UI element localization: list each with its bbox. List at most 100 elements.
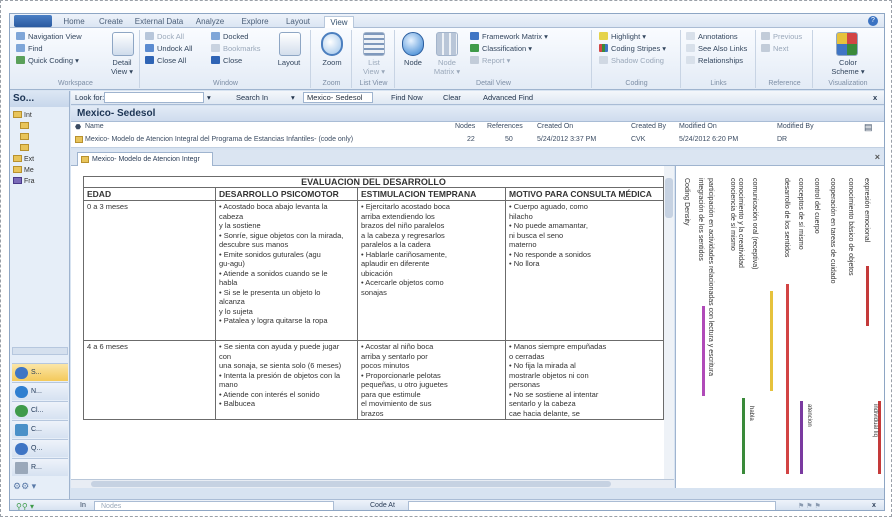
layout-icon[interactable] — [279, 32, 301, 56]
nav-button-reports[interactable]: R... — [12, 458, 68, 476]
undock-all-button[interactable]: Undock All — [145, 44, 192, 54]
nav-button-queries[interactable]: Q... — [12, 439, 68, 457]
close-find-button[interactable]: x — [873, 93, 877, 102]
coding-stripe-label[interactable]: expresión emocional — [862, 178, 870, 242]
nodes-selector[interactable]: Nodes — [94, 501, 334, 510]
col-modified-by[interactable]: Modified By — [777, 123, 814, 130]
col-name[interactable]: Name — [85, 123, 104, 130]
coding-stripe-bar[interactable] — [878, 401, 881, 474]
tree-item[interactable] — [20, 144, 31, 152]
tree-item-int[interactable]: Int — [13, 111, 32, 119]
tab-explore[interactable]: Explore — [238, 16, 272, 28]
tree-item-me[interactable]: Me — [13, 166, 34, 174]
list-view-icon[interactable] — [363, 32, 385, 56]
cell-line: hilacho — [509, 211, 533, 221]
clear-button[interactable]: Clear — [443, 93, 461, 102]
col-nodes[interactable]: Nodes — [455, 123, 475, 130]
nav-options-icon[interactable]: ⚙⚙ ▾ — [13, 481, 65, 493]
tab-analyze[interactable]: Analyze — [192, 16, 228, 28]
document-vertical-scrollbar[interactable] — [664, 166, 674, 479]
advanced-find-button[interactable]: Advanced Find — [483, 93, 533, 102]
document-tab[interactable]: Mexico- Modelo de Atencion Integr — [77, 152, 213, 166]
coding-stripe-bar[interactable] — [800, 401, 803, 474]
coding-stripe-bar[interactable] — [786, 284, 789, 474]
coding-stripe-label[interactable]: participación en actividades relacionada… — [706, 178, 714, 376]
classification-button[interactable]: Classification ▾ — [470, 44, 532, 54]
color-scheme-icon[interactable] — [836, 32, 858, 56]
see-also-links-toggle[interactable]: See Also Links — [686, 44, 747, 54]
code-at-input[interactable] — [408, 501, 776, 510]
code-buttons-icon[interactable]: ⚑ ⚑ ⚑ — [798, 502, 821, 510]
navigation-view-toggle[interactable]: Navigation View — [16, 32, 82, 42]
annotations-toggle[interactable]: Annotations — [686, 32, 738, 42]
tab-home[interactable]: Home — [60, 16, 88, 28]
close-quick-coding-button[interactable]: x — [872, 502, 876, 509]
coding-stripe-bar[interactable] — [866, 266, 869, 326]
coding-stripe-label[interactable]: conceptos de sí mismo — [796, 178, 804, 250]
help-icon[interactable]: ? — [868, 16, 878, 26]
find-now-button[interactable]: Find Now — [391, 93, 423, 102]
highlight-button[interactable]: Highlight ▾ — [599, 32, 646, 42]
search-input[interactable] — [104, 92, 204, 103]
cell-created-on: 5/24/2012 3:37 PM — [537, 136, 597, 143]
nav-button-nodes[interactable]: N... — [12, 382, 68, 400]
tab-create[interactable]: Create — [96, 16, 126, 28]
coding-stripe-label[interactable]: Coding Density — [682, 178, 690, 225]
table-row[interactable]: Mexico- Modelo de Atencion Integral del … — [71, 134, 884, 147]
document-horizontal-scrollbar[interactable] — [71, 479, 674, 488]
nav-button-collections[interactable]: C... — [12, 420, 68, 438]
quick-coding-toggle[interactable]: Quick Coding ▾ — [16, 56, 79, 66]
tab-view[interactable]: View — [324, 16, 354, 28]
nav-button-sources[interactable]: S... — [12, 363, 68, 381]
file-menu-button[interactable] — [14, 15, 52, 27]
next-button[interactable]: Next — [761, 44, 788, 54]
table-menu-icon[interactable]: ▤ — [864, 122, 873, 133]
coding-stripe-label[interactable]: integración de los sentidos — [696, 178, 704, 261]
zoom-icon[interactable] — [321, 32, 343, 56]
scroll-thumb[interactable] — [91, 481, 611, 487]
search-in-button[interactable]: Search In — [236, 93, 268, 102]
nav-button-classifications[interactable]: Cl... — [12, 401, 68, 419]
previous-button[interactable]: Previous — [761, 32, 802, 42]
tree-item-ext[interactable]: Ext — [13, 155, 34, 163]
close-all-button[interactable]: Close All — [145, 56, 186, 66]
coding-stripe-label[interactable]: comunicación oral (receptiva) — [750, 178, 758, 269]
docked-toggle[interactable]: Docked — [211, 32, 248, 42]
col-modified-on[interactable]: Modified On — [679, 123, 717, 130]
col-created-by[interactable]: Created By — [631, 123, 666, 130]
close-document-icon[interactable]: × — [875, 152, 880, 162]
scope-field[interactable]: Mexico- Sedesol — [303, 92, 373, 103]
coding-stripe-bar[interactable] — [742, 398, 745, 474]
framework-matrix-button[interactable]: Framework Matrix ▾ — [470, 32, 548, 42]
report-button[interactable]: Report ▾ — [470, 56, 510, 66]
node-icon[interactable] — [402, 32, 424, 56]
coding-stripe-label[interactable]: control del cuerpo — [812, 178, 820, 234]
dropdown-arrow-icon[interactable]: ▾ — [207, 93, 211, 102]
coding-stripe-label[interactable]: conocimiento y la creatividad — [736, 178, 744, 268]
col-references[interactable]: References — [487, 123, 523, 130]
coding-stripe-bar[interactable] — [770, 291, 773, 391]
node-matrix-icon[interactable] — [436, 32, 458, 56]
scroll-thumb[interactable] — [665, 178, 673, 218]
find-toggle[interactable]: Find — [16, 44, 43, 54]
tab-external-data[interactable]: External Data — [134, 16, 184, 28]
tree-item[interactable] — [20, 122, 31, 130]
close-button[interactable]: Close — [211, 56, 242, 66]
coding-stripe-label[interactable]: cooperación en tareas de cuidado — [828, 178, 836, 283]
nav-scrollbar[interactable] — [12, 347, 68, 355]
coding-stripes-button[interactable]: Coding Stripes ▾ — [599, 44, 666, 54]
coding-stripe-label[interactable]: conocimiento básico de objetos — [846, 178, 854, 276]
dock-all-button[interactable]: Dock All — [145, 32, 184, 42]
col-created-on[interactable]: Created On — [537, 123, 573, 130]
coding-stripe-label[interactable]: conciencia de sí mismo — [728, 178, 736, 251]
tree-item[interactable] — [20, 133, 31, 141]
relationships-toggle[interactable]: Relationships — [686, 56, 743, 66]
tab-layout[interactable]: Layout — [282, 16, 314, 28]
shadow-coding-button[interactable]: Shadow Coding — [599, 56, 664, 66]
detail-view-icon[interactable] — [112, 32, 134, 56]
bookmarks-button[interactable]: Bookmarks — [211, 44, 261, 54]
tree-item-fra[interactable]: Fra — [13, 177, 35, 185]
coding-stripe-label[interactable]: desarrollo de los sentidos — [782, 178, 790, 257]
dropdown-arrow-icon[interactable]: ▾ — [291, 93, 295, 102]
coding-stripe-bar[interactable] — [702, 306, 705, 396]
